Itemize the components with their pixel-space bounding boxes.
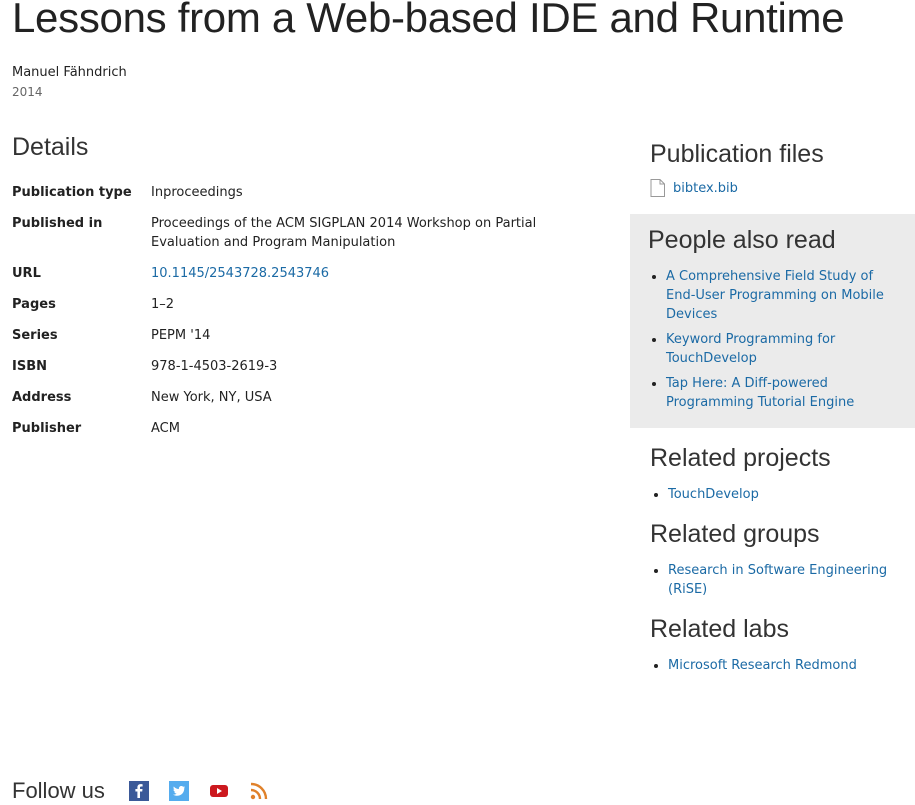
- related-groups-list: Research in Software Engineering (RiSE): [650, 561, 895, 599]
- details-value: Inproceedings: [151, 185, 243, 200]
- doi-link[interactable]: 10.1145/2543728.2543746: [151, 266, 329, 281]
- related-projects-heading: Related projects: [650, 444, 831, 472]
- details-row: Pages 1–2: [12, 295, 572, 314]
- list-item: Keyword Programming for TouchDevelop: [666, 330, 897, 368]
- related-projects-list: TouchDevelop: [650, 485, 895, 504]
- group-link[interactable]: Research in Software Engineering (RiSE): [668, 563, 887, 597]
- details-label: Publisher: [12, 421, 82, 436]
- details-value: 978-1-4503-2619-3: [151, 359, 278, 374]
- related-projects-section: Related projects TouchDevelop: [630, 444, 915, 504]
- right-sidebar: Publication files bibtex.bib People also…: [630, 140, 915, 681]
- details-label: Published in: [12, 216, 103, 231]
- details-value: PEPM '14: [151, 328, 211, 343]
- facebook-icon[interactable]: [128, 781, 149, 801]
- people-also-read-list: A Comprehensive Field Study of End-User …: [648, 267, 897, 412]
- related-labs-heading: Related labs: [650, 615, 789, 643]
- details-label: Publication type: [12, 185, 132, 200]
- rss-icon[interactable]: [248, 781, 269, 801]
- related-labs-section: Related labs Microsoft Research Redmond: [630, 615, 915, 675]
- follow-us-label: Follow us: [12, 778, 105, 803]
- details-row: Series PEPM '14: [12, 326, 572, 345]
- related-labs-list: Microsoft Research Redmond: [650, 656, 895, 675]
- list-item: A Comprehensive Field Study of End-User …: [666, 267, 897, 324]
- related-paper-link[interactable]: Tap Here: A Diff-powered Programming Tut…: [666, 376, 854, 410]
- related-paper-link[interactable]: A Comprehensive Field Study of End-User …: [666, 269, 884, 322]
- details-label: Address: [12, 390, 72, 405]
- list-item: Microsoft Research Redmond: [668, 656, 895, 675]
- details-value: New York, NY, USA: [151, 390, 272, 405]
- related-paper-link[interactable]: Keyword Programming for TouchDevelop: [666, 332, 835, 366]
- related-groups-section: Related groups Research in Software Engi…: [630, 520, 915, 599]
- file-item: bibtex.bib: [650, 179, 895, 197]
- details-row: Address New York, NY, USA: [12, 388, 572, 407]
- related-groups-heading: Related groups: [650, 520, 820, 548]
- twitter-icon[interactable]: [168, 781, 189, 801]
- publication-files-heading: Publication files: [650, 140, 824, 168]
- details-table: Publication type Inproceedings Published…: [12, 183, 572, 450]
- list-item: TouchDevelop: [668, 485, 895, 504]
- details-label: ISBN: [12, 359, 47, 374]
- details-value-cell: 10.1145/2543728.2543746: [151, 264, 572, 283]
- follow-us-bar: Follow us: [12, 778, 289, 804]
- project-link[interactable]: TouchDevelop: [668, 487, 759, 502]
- details-label: Series: [12, 328, 58, 343]
- details-row: Publication type Inproceedings: [12, 183, 572, 202]
- lab-link[interactable]: Microsoft Research Redmond: [668, 658, 857, 673]
- list-item: Tap Here: A Diff-powered Programming Tut…: [666, 374, 897, 412]
- details-row: ISBN 978-1-4503-2619-3: [12, 357, 572, 376]
- details-row: Published in Proceedings of the ACM SIGP…: [12, 214, 572, 252]
- list-item: Research in Software Engineering (RiSE): [668, 561, 895, 599]
- details-row: URL 10.1145/2543728.2543746: [12, 264, 572, 283]
- page-title: Lessons from a Web-based IDE and Runtime: [12, 0, 845, 41]
- details-label: Pages: [12, 297, 56, 312]
- people-also-read-section: People also read A Comprehensive Field S…: [630, 214, 915, 428]
- details-value: Proceedings of the ACM SIGPLAN 2014 Work…: [151, 216, 537, 250]
- publication-year: 2014: [12, 85, 43, 99]
- youtube-icon[interactable]: [208, 781, 229, 801]
- details-row: Publisher ACM: [12, 419, 572, 438]
- details-value: ACM: [151, 421, 180, 436]
- details-value: 1–2: [151, 297, 175, 312]
- details-heading: Details: [12, 133, 89, 161]
- people-also-read-heading: People also read: [648, 226, 836, 254]
- author-name: Manuel Fähndrich: [12, 65, 127, 80]
- file-icon: [650, 179, 665, 197]
- publication-files-section: Publication files bibtex.bib: [630, 140, 915, 197]
- bibtex-file-link[interactable]: bibtex.bib: [673, 181, 738, 196]
- details-label: URL: [12, 266, 41, 281]
